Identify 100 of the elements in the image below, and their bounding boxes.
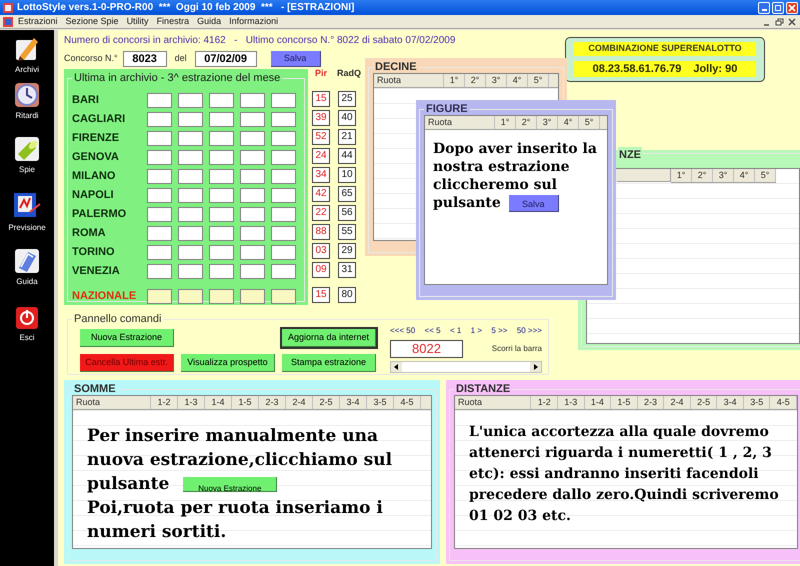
new-draw-button[interactable]: Nuova Estrazione bbox=[183, 476, 278, 492]
close-icon[interactable] bbox=[788, 18, 796, 26]
number-field[interactable] bbox=[271, 131, 296, 146]
column-header[interactable]: 3-5 bbox=[367, 396, 394, 409]
scroll-left-icon[interactable] bbox=[391, 362, 402, 372]
column-header[interactable]: 4° bbox=[734, 169, 755, 182]
number-field[interactable] bbox=[240, 131, 265, 146]
number-field[interactable] bbox=[209, 245, 234, 260]
number-field[interactable] bbox=[240, 150, 265, 165]
number-field[interactable] bbox=[147, 264, 172, 279]
column-header[interactable]: 4-5 bbox=[394, 396, 421, 409]
column-header[interactable]: 2-5 bbox=[690, 396, 718, 409]
number-field[interactable] bbox=[178, 207, 203, 222]
date-field[interactable]: 07/02/09 bbox=[194, 51, 257, 67]
command-button[interactable]: Aggiorna da internet bbox=[282, 329, 376, 347]
column-header[interactable]: 2° bbox=[465, 74, 486, 87]
column-header[interactable]: 2-4 bbox=[286, 396, 313, 409]
column-header[interactable]: 1-4 bbox=[205, 396, 232, 409]
number-field[interactable] bbox=[209, 131, 234, 146]
number-field[interactable] bbox=[178, 245, 203, 260]
maximize-icon[interactable] bbox=[772, 2, 784, 14]
sidebar-label[interactable]: Spie bbox=[18, 164, 35, 176]
column-header[interactable]: 5° bbox=[528, 74, 549, 87]
number-field[interactable] bbox=[209, 150, 234, 165]
save-button[interactable]: Salva bbox=[270, 51, 321, 67]
menu-item[interactable]: Guida bbox=[193, 14, 226, 28]
nav-link[interactable]: <<< 50 bbox=[390, 325, 416, 337]
column-header[interactable]: 1-2 bbox=[151, 396, 178, 409]
number-field[interactable] bbox=[178, 188, 203, 203]
column-header[interactable]: 3° bbox=[713, 169, 734, 182]
number-field[interactable] bbox=[240, 112, 265, 127]
column-header[interactable] bbox=[617, 169, 671, 182]
column-header[interactable]: 1-4 bbox=[584, 396, 612, 409]
number-field[interactable] bbox=[240, 264, 265, 279]
number-field[interactable] bbox=[240, 169, 265, 184]
column-header[interactable]: 1-3 bbox=[558, 396, 585, 409]
column-header[interactable]: 1-2 bbox=[531, 396, 558, 409]
number-field[interactable] bbox=[178, 169, 203, 184]
number-field[interactable] bbox=[271, 245, 296, 260]
number-field[interactable] bbox=[147, 245, 172, 260]
column-header[interactable]: 1-3 bbox=[178, 396, 205, 409]
nav-link[interactable]: 50 >>> bbox=[516, 325, 542, 337]
column-header[interactable]: 3-4 bbox=[717, 396, 744, 409]
minimize-icon[interactable] bbox=[758, 2, 770, 14]
nav-link[interactable]: < 1 bbox=[450, 325, 462, 337]
number-field[interactable] bbox=[271, 150, 296, 165]
column-header[interactable]: Ruota bbox=[455, 396, 532, 409]
column-header[interactable]: 2° bbox=[692, 169, 713, 182]
column-header[interactable]: 1-5 bbox=[232, 396, 259, 409]
number-field[interactable] bbox=[147, 207, 172, 222]
number-field[interactable] bbox=[271, 207, 296, 222]
column-header[interactable]: 2° bbox=[516, 116, 537, 129]
column-header[interactable]: 2-4 bbox=[664, 396, 691, 409]
menu-item[interactable]: Utility bbox=[122, 14, 153, 28]
number-field[interactable] bbox=[271, 93, 296, 108]
number-field[interactable] bbox=[209, 188, 234, 203]
column-header[interactable]: Ruota bbox=[374, 74, 444, 87]
save-button[interactable]: Salva bbox=[508, 194, 559, 212]
column-header[interactable]: 2-3 bbox=[638, 396, 664, 409]
number-field[interactable] bbox=[240, 93, 265, 108]
menu-item[interactable]: Estrazioni bbox=[14, 14, 62, 28]
number-field[interactable] bbox=[178, 93, 203, 108]
number-field[interactable] bbox=[271, 226, 296, 241]
number-field[interactable] bbox=[209, 112, 234, 127]
number-field[interactable] bbox=[271, 112, 296, 127]
number-field[interactable] bbox=[240, 207, 265, 222]
number-field[interactable] bbox=[147, 131, 172, 146]
column-header[interactable]: 1° bbox=[495, 116, 516, 129]
column-header[interactable]: 3° bbox=[486, 74, 507, 87]
number-field[interactable] bbox=[147, 112, 172, 127]
column-header[interactable]: 4° bbox=[507, 74, 528, 87]
counter-field[interactable]: 8022 bbox=[390, 340, 463, 358]
number-field[interactable] bbox=[240, 188, 265, 203]
number-field[interactable] bbox=[271, 264, 296, 279]
number-field[interactable] bbox=[147, 289, 172, 304]
restore-icon[interactable] bbox=[775, 18, 784, 26]
column-header[interactable]: 5° bbox=[579, 116, 600, 129]
number-field[interactable] bbox=[178, 150, 203, 165]
command-button[interactable]: Stampa estrazione bbox=[282, 354, 376, 372]
concorso-number-field[interactable]: 8023 bbox=[122, 51, 167, 67]
number-field[interactable] bbox=[178, 112, 203, 127]
column-header[interactable]: 5° bbox=[755, 169, 776, 182]
column-header[interactable]: 1-5 bbox=[611, 396, 638, 409]
nav-link[interactable]: 5 >> bbox=[491, 325, 508, 337]
column-header[interactable]: 1° bbox=[671, 169, 692, 182]
nav-link[interactable]: << 5 bbox=[424, 325, 441, 337]
number-field[interactable] bbox=[178, 226, 203, 241]
number-field[interactable] bbox=[209, 264, 234, 279]
scrollbar[interactable] bbox=[390, 361, 542, 373]
command-button[interactable]: Visualizza prospetto bbox=[181, 354, 275, 372]
sidebar-label[interactable]: Ritardi bbox=[15, 110, 39, 122]
number-field[interactable] bbox=[147, 169, 172, 184]
number-field[interactable] bbox=[209, 93, 234, 108]
column-header[interactable]: 1° bbox=[444, 74, 465, 87]
column-header[interactable]: 3-4 bbox=[340, 396, 367, 409]
number-field[interactable] bbox=[147, 226, 172, 241]
number-field[interactable] bbox=[209, 207, 234, 222]
number-field[interactable] bbox=[209, 169, 234, 184]
number-field[interactable] bbox=[178, 289, 203, 304]
sidebar-label[interactable]: Guida bbox=[16, 276, 38, 288]
